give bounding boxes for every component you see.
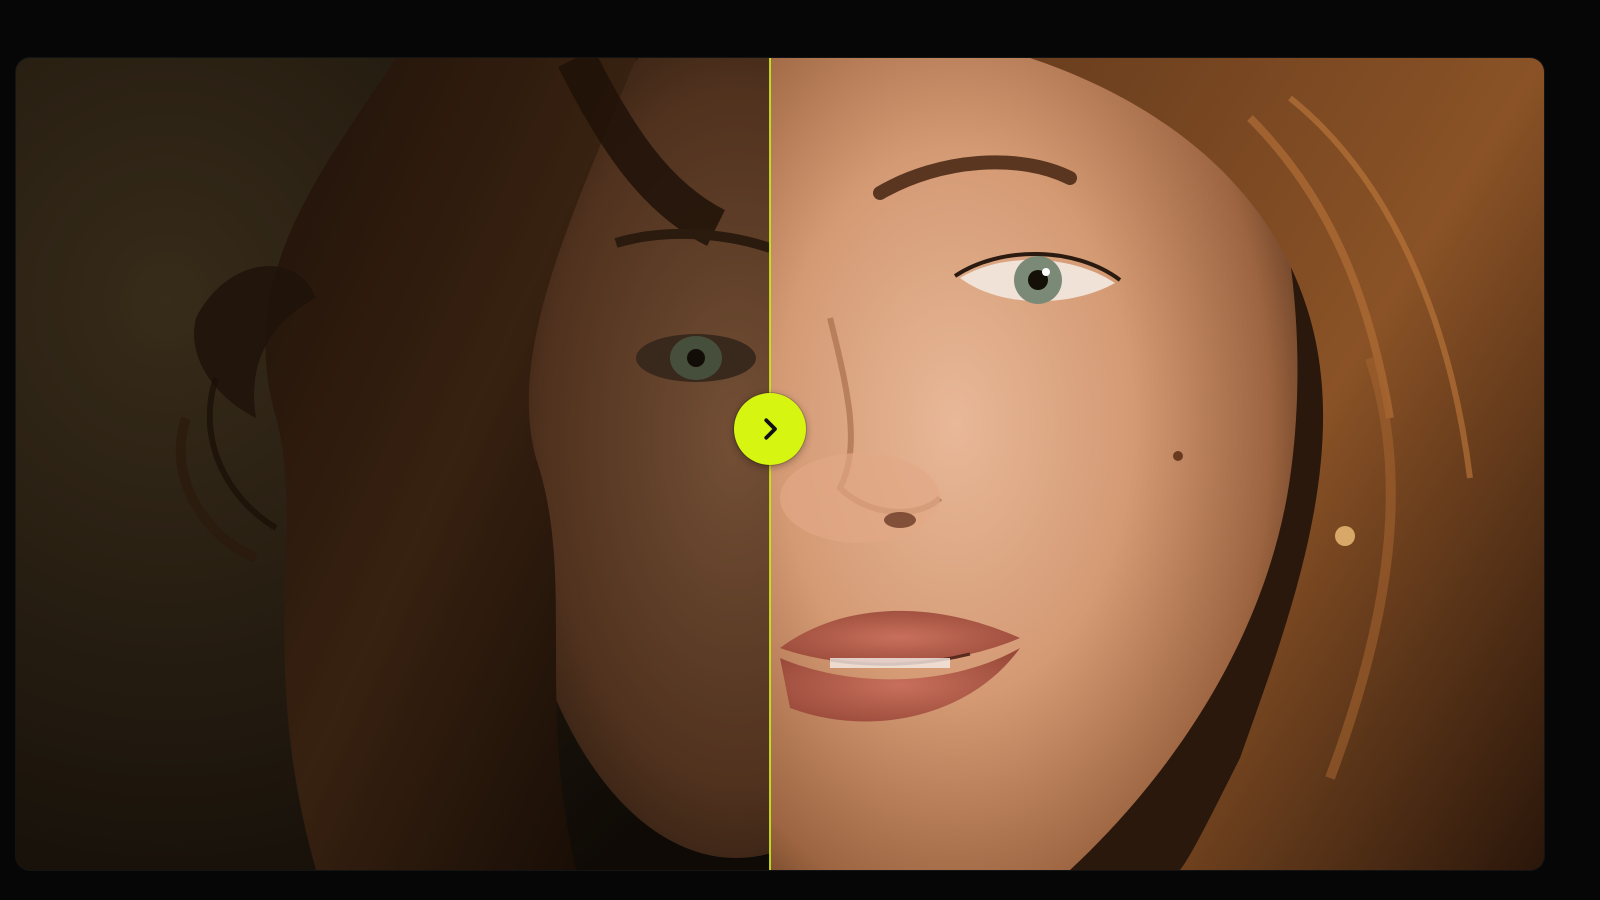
after-portrait-image [770,58,1544,870]
comparison-slider-handle[interactable] [734,393,806,465]
chevron-right-icon [764,418,777,440]
after-image-pane [770,58,1544,870]
before-image-pane [16,58,770,870]
before-portrait-image [16,58,770,870]
comparison-viewer [16,58,1544,870]
page-background [0,0,1600,900]
